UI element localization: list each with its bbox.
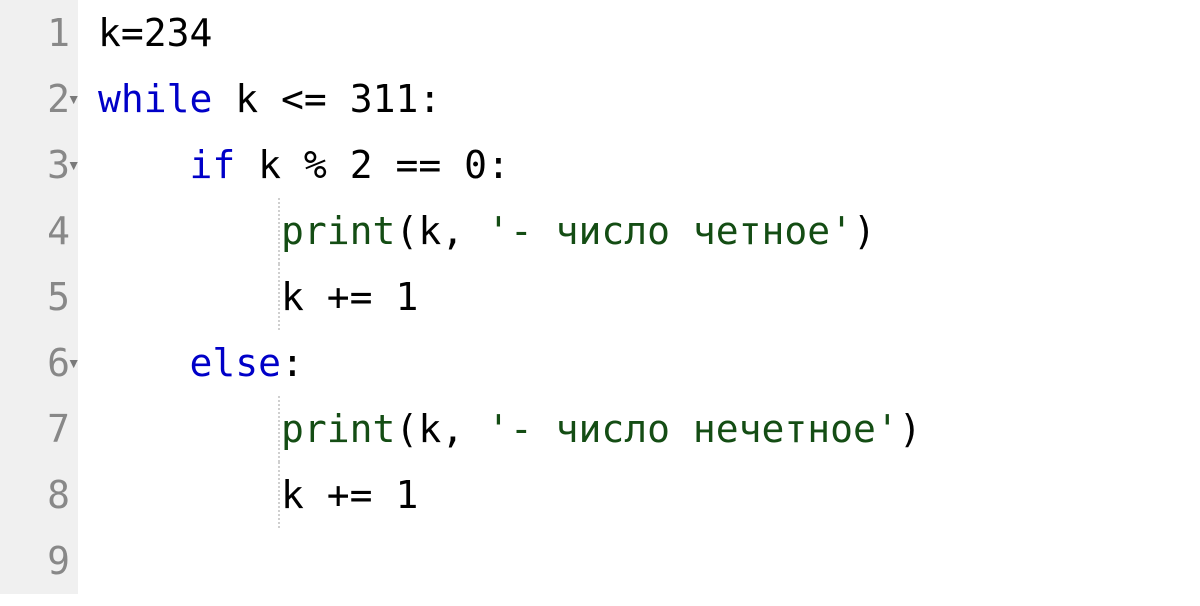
code-content[interactable]: else:: [78, 330, 1200, 396]
code-token: 0: [464, 143, 487, 187]
line-number: 1: [47, 0, 70, 66]
code-token: ==: [395, 143, 441, 187]
code-token: 1: [395, 275, 418, 319]
code-content[interactable]: k += 1: [78, 264, 1200, 330]
code-token: [373, 143, 396, 187]
gutter[interactable]: 7: [0, 396, 78, 462]
code-token: ,: [441, 209, 464, 253]
code-line[interactable]: 3▾ if k % 2 == 0:: [0, 132, 1200, 198]
line-number: 8: [47, 462, 70, 528]
code-token: '- число четное': [487, 209, 853, 253]
indentation: [98, 407, 281, 451]
code-token: 1: [395, 473, 418, 517]
code-token: else: [190, 341, 282, 385]
indent-guide: [278, 396, 280, 462]
indent-guide: [278, 462, 280, 528]
indent-guide: [278, 198, 280, 264]
indentation: [98, 275, 281, 319]
code-token: k: [212, 77, 281, 121]
code-editor[interactable]: 1k=2342▾while k <= 311:3▾ if k % 2 == 0:…: [0, 0, 1200, 606]
code-line[interactable]: 7 print(k, '- число нечетное'): [0, 396, 1200, 462]
code-token: +=: [327, 473, 373, 517]
indentation: [98, 143, 190, 187]
code-token: k: [235, 143, 304, 187]
code-content[interactable]: while k <= 311:: [78, 66, 1200, 132]
code-token: [464, 209, 487, 253]
code-token: while: [98, 77, 212, 121]
code-token: [464, 407, 487, 451]
gutter[interactable]: 4: [0, 198, 78, 264]
code-content[interactable]: k += 1: [78, 462, 1200, 528]
code-token: [327, 143, 350, 187]
code-token: =: [121, 11, 144, 55]
code-token: 234: [144, 11, 213, 55]
line-number: 7: [47, 396, 70, 462]
code-token: [327, 77, 350, 121]
code-token: 2: [350, 143, 373, 187]
code-token: <=: [281, 77, 327, 121]
code-token: k: [418, 209, 441, 253]
line-number: 9: [47, 528, 70, 594]
code-token: k: [281, 275, 327, 319]
code-content[interactable]: print(k, '- число нечетное'): [78, 396, 1200, 462]
code-line[interactable]: 2▾while k <= 311:: [0, 66, 1200, 132]
code-line[interactable]: 1k=234: [0, 0, 1200, 66]
code-content[interactable]: k=234: [78, 0, 1200, 66]
code-token: if: [190, 143, 236, 187]
code-line[interactable]: 6▾ else:: [0, 330, 1200, 396]
indentation: [98, 341, 190, 385]
code-token: :: [487, 143, 510, 187]
code-token: print: [281, 407, 395, 451]
gutter[interactable]: 9: [0, 528, 78, 594]
code-token: +=: [327, 275, 373, 319]
code-token: (: [395, 407, 418, 451]
code-token: :: [281, 341, 304, 385]
code-token: k: [98, 11, 121, 55]
code-content[interactable]: [78, 528, 1200, 594]
code-token: k: [281, 473, 327, 517]
code-token: :: [418, 77, 441, 121]
code-line[interactable]: 8 k += 1: [0, 462, 1200, 528]
code-content[interactable]: if k % 2 == 0:: [78, 132, 1200, 198]
indentation: [98, 473, 281, 517]
code-token: '- число нечетное': [487, 407, 899, 451]
code-token: %: [304, 143, 327, 187]
line-number: 5: [47, 264, 70, 330]
gutter[interactable]: 5: [0, 264, 78, 330]
gutter[interactable]: 1: [0, 0, 78, 66]
gutter[interactable]: 6▾: [0, 330, 78, 396]
code-line[interactable]: 5 k += 1: [0, 264, 1200, 330]
code-line[interactable]: 9: [0, 528, 1200, 594]
indentation: [98, 209, 281, 253]
code-line[interactable]: 4 print(k, '- число четное'): [0, 198, 1200, 264]
code-token: ,: [441, 407, 464, 451]
gutter[interactable]: 3▾: [0, 132, 78, 198]
gutter[interactable]: 2▾: [0, 66, 78, 132]
gutter[interactable]: 8: [0, 462, 78, 528]
code-token: [441, 143, 464, 187]
code-content[interactable]: print(k, '- число четное'): [78, 198, 1200, 264]
line-number: 4: [47, 198, 70, 264]
code-token: print: [281, 209, 395, 253]
code-token: (: [395, 209, 418, 253]
code-token: [373, 473, 396, 517]
code-token: k: [418, 407, 441, 451]
code-token: [373, 275, 396, 319]
code-token: ): [899, 407, 922, 451]
code-token: 311: [350, 77, 419, 121]
indent-guide: [278, 264, 280, 330]
code-token: ): [853, 209, 876, 253]
